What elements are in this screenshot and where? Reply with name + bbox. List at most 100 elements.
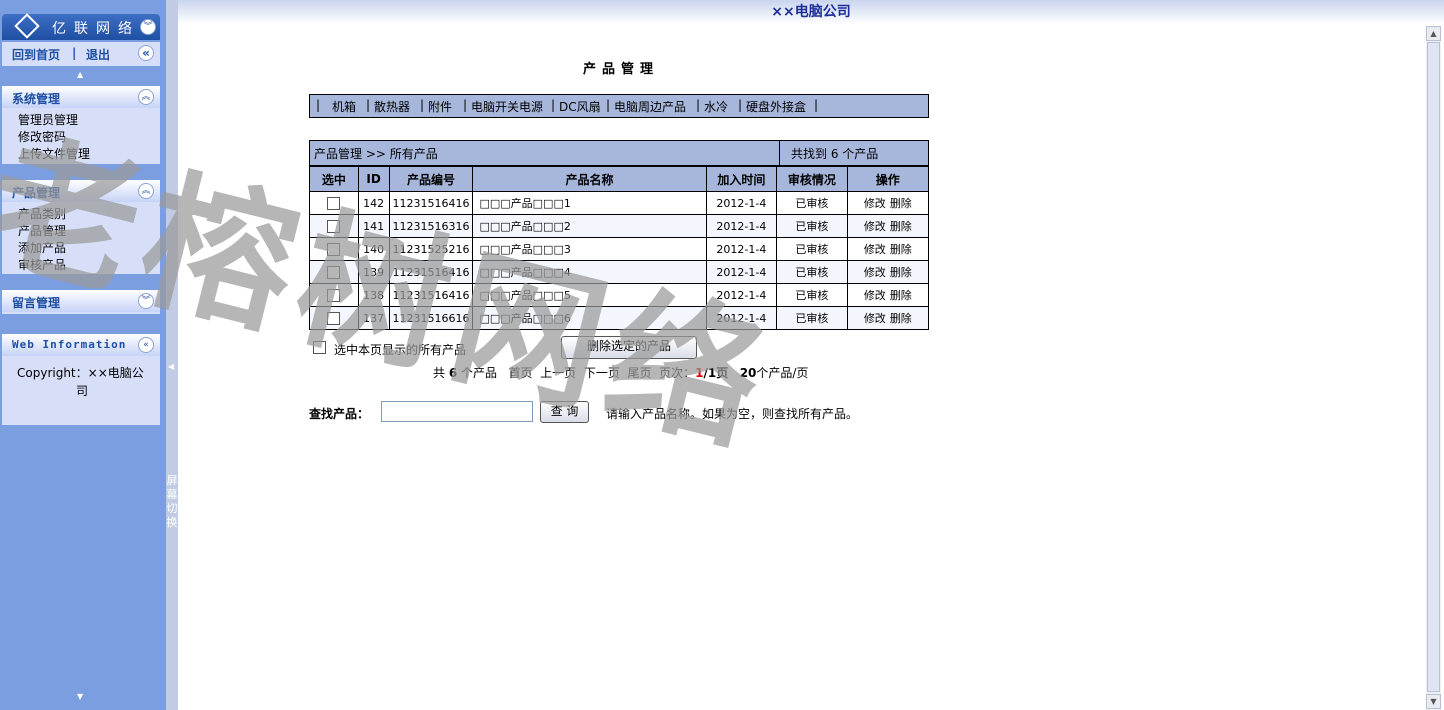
logout-link[interactable]: 退出 [86,46,110,63]
company-title: ××电脑公司 [771,4,851,20]
copyright-text-cont: 司 [76,384,89,398]
select-all-checkbox[interactable] [313,341,326,354]
category-link[interactable]: 附件 [428,98,452,115]
scroll-down-icon[interactable]: ▼ [77,692,83,701]
category-separator: | [696,98,701,112]
sidebar-item-admin[interactable]: 管理员管理 [18,111,78,128]
row-checkbox[interactable] [327,311,341,325]
sidebar-logo: 亿联网络 ︾ [2,13,160,40]
category-link[interactable]: DC风扇 [559,98,601,115]
category-link[interactable]: 电脑周边产品 [614,98,686,115]
row-checkbox[interactable] [327,265,341,279]
pager-last-link[interactable]: 尾页 [627,366,651,380]
row-select-cell [309,260,359,284]
delete-link[interactable]: 删除 [890,197,912,210]
row-status: 已审核 [776,237,848,261]
search-hint: 请输入产品名称。如果为空，则查找所有产品。 [606,407,859,421]
collapse-left-icon[interactable]: « [138,45,154,61]
delete-link[interactable]: 删除 [890,289,912,302]
row-select-cell [309,191,359,215]
copyright-text: Copyright：××电脑公 [17,366,144,380]
sidebar-item-add-product[interactable]: 添加产品 [18,239,66,256]
row-checkbox[interactable] [327,196,341,210]
pager-next-link[interactable]: 下一页 [584,366,620,380]
edit-link[interactable]: 修改 [864,266,886,279]
row-id: 138 [357,283,390,307]
panel-web-info-header[interactable]: Web Information « [2,334,160,356]
row-select-cell [309,214,359,238]
home-link[interactable]: 回到首页 [12,46,60,63]
sidebar-nav-bar: 回到首页 | 退出 « [2,42,160,66]
pager-first-link[interactable]: 首页 [509,366,533,380]
row-checkbox[interactable] [327,288,341,302]
col-name: 产品名称 [472,166,707,192]
row-status: 已审核 [776,214,848,238]
category-separator: | [366,98,371,112]
collapse-left-icon[interactable]: « [138,337,154,353]
collapse-all-icon[interactable]: ︾ [140,19,156,35]
found-count: 共找到 6 个产品 [791,147,879,161]
row-status: 已审核 [776,306,848,330]
row-actions: 修改 删除 [846,283,930,307]
scroll-up-icon[interactable]: ▲ [1426,26,1441,41]
category-link[interactable]: 机箱 [332,98,356,115]
sidebar-item-category[interactable]: 产品类别 [18,205,66,222]
screen-switch-label[interactable]: 屏幕切换 [166,474,178,530]
collapse-up-icon[interactable]: ︽ [138,183,154,199]
pagination: 共 6 个产品 首页 上一页 下一页 尾页 页次：1/1页 20个产品/页 [433,364,808,381]
row-status: 已审核 [776,260,848,284]
col-status: 审核情况 [776,166,848,192]
sidebar-item-password[interactable]: 修改密码 [18,128,66,145]
edit-link[interactable]: 修改 [864,289,886,302]
row-checkbox[interactable] [327,219,341,233]
category-separator: | [814,98,819,112]
delete-link[interactable]: 删除 [890,312,912,325]
category-link[interactable]: 水冷 [704,98,728,115]
edit-link[interactable]: 修改 [864,312,886,325]
sidebar-item-review-product[interactable]: 审核产品 [18,256,66,273]
top-header: ××电脑公司 [178,0,1444,24]
scroll-down-icon[interactable]: ▼ [1426,694,1441,709]
frame-splitter[interactable]: ◀ [166,0,178,710]
collapse-arrow-icon[interactable]: ◀ [168,362,174,371]
expand-down-icon[interactable]: ︾ [138,293,154,309]
pager-total-pages: /1页 [703,366,729,380]
category-link[interactable]: 散热器 [374,98,410,115]
row-select-cell [309,283,359,307]
select-all-label: 选中本页显示的所有产品 [334,343,467,357]
row-actions: 修改 删除 [846,191,930,215]
vertical-scrollbar[interactable]: ▲ ▼ [1426,26,1441,710]
scroll-thumb[interactable] [1427,42,1440,692]
row-code: 11231516416 [388,260,474,284]
product-table: 选中 ID 产品编号 产品名称 加入时间 审核情况 操作 142 11231516… [309,166,930,330]
panel-message-header[interactable]: 留言管理 ︾ [2,290,160,312]
row-code: 11231516416 [388,191,474,215]
pager-per-page-suffix: 个产品/页 [756,366,809,380]
nav-separator: | [72,46,77,60]
panel-web-info-title: Web Information [12,338,127,351]
category-separator: | [606,98,611,112]
delete-selected-button[interactable]: 删除选定的产品 [561,336,697,359]
row-id: 141 [357,214,390,238]
collapse-up-icon[interactable]: ︽ [138,89,154,105]
category-link[interactable]: 电脑开关电源 [471,98,543,115]
edit-link[interactable]: 修改 [864,197,886,210]
category-separator: | [738,98,743,112]
sidebar-item-product-manage[interactable]: 产品管理 [18,222,66,239]
category-link[interactable]: 硬盘外接盒 [746,98,806,115]
pager-prev-link[interactable]: 上一页 [540,366,576,380]
edit-link[interactable]: 修改 [864,243,886,256]
panel-product-header[interactable]: 产品管理 ︽ [2,180,160,202]
row-checkbox[interactable] [327,242,341,256]
category-bar: | 机箱 | 散热器 | 附件 | 电脑开关电源 | DC风扇 | 电脑周边产品 | 水冷 | 硬盘外接盒 | [309,94,929,118]
delete-link[interactable]: 删除 [890,243,912,256]
search-input[interactable] [381,401,533,422]
scroll-up-icon[interactable]: ▲ [77,70,83,79]
panel-system-header[interactable]: 系统管理 ︽ [2,86,160,108]
edit-link[interactable]: 修改 [864,220,886,233]
delete-link[interactable]: 删除 [890,220,912,233]
sidebar-item-upload[interactable]: 上传文件管理 [18,145,90,162]
search-button[interactable]: 查 询 [540,401,589,423]
delete-link[interactable]: 删除 [890,266,912,279]
panel-message-title: 留言管理 [12,296,61,310]
